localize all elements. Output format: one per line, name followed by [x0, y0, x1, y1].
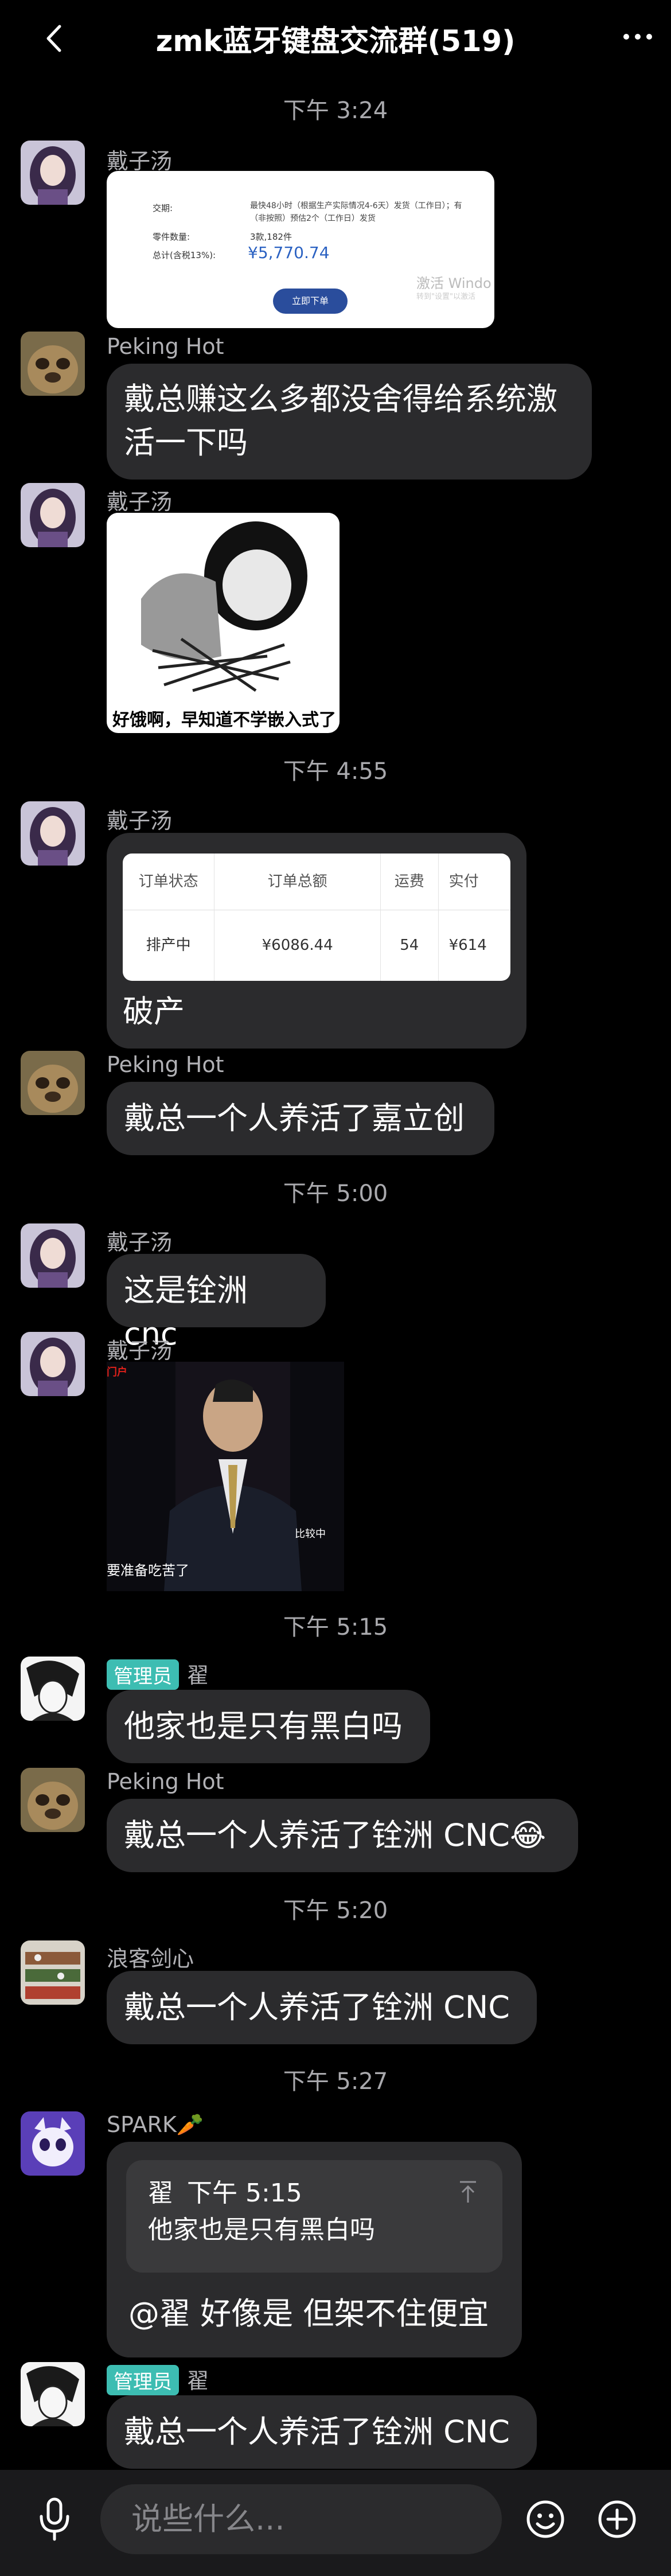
message-bubble[interactable]: 戴总一个人养活了铨洲 CNC: [107, 2395, 537, 2469]
avatar-langke[interactable]: [21, 1940, 85, 2005]
quote-time: 下午 5:15: [187, 2179, 302, 2208]
timestamp: 下午 4:55: [283, 758, 388, 785]
order-table-image[interactable]: 订单状态 排产中 订单总额 ¥6086.44 运费 54 实付 ¥614: [123, 854, 510, 981]
video-thumbnail[interactable]: 门户 比较中 要准备吃苦了: [107, 1362, 344, 1591]
message-text: 戴总一个人养活了铨洲 CNC😂: [124, 1817, 547, 1853]
meme-drawing: [107, 513, 340, 702]
avatar-peking-hot[interactable]: [21, 332, 85, 396]
avatar-daizitang[interactable]: [21, 801, 85, 866]
message-bubble[interactable]: 他家也是只有黑白吗: [107, 1690, 430, 1763]
avatar-zhai[interactable]: [21, 2362, 85, 2426]
sender-name: 管理员翟: [107, 2363, 209, 2395]
message-text: 他家也是只有黑白吗: [124, 1708, 403, 1744]
emoji-icon[interactable]: [525, 2499, 566, 2540]
avatar-peking-hot[interactable]: [21, 1051, 85, 1115]
sender-name: 戴子汤: [107, 1338, 173, 1363]
meme-caption: 好饿啊，早知道不学嵌入式了: [112, 710, 336, 730]
avatar-peking-hot[interactable]: [21, 1768, 85, 1832]
message-text: 戴总一个人养活了嘉立创: [124, 1100, 465, 1136]
sender-name: 管理员翟: [107, 1658, 209, 1690]
quote-author: 翟: [148, 2179, 173, 2208]
timestamp: 下午 5:20: [283, 1897, 388, 1924]
avatar-daizitang[interactable]: [21, 483, 85, 547]
message-text: @翟 好像是 但架不住便宜: [128, 2296, 489, 2332]
jump-to-icon[interactable]: [457, 2180, 479, 2205]
avatar-daizitang[interactable]: [21, 1223, 85, 1288]
message-text: 戴总赚这么多都没舍得给系统激活一下吗: [124, 381, 557, 461]
avatar-daizitang[interactable]: [21, 1332, 85, 1396]
timestamp: 下午 5:15: [283, 1614, 388, 1640]
message-input[interactable]: [130, 2498, 477, 2539]
sender-name: SPARK🥕: [107, 2112, 204, 2137]
message-text: 戴总一个人养活了铨洲 CNC: [124, 1989, 510, 2025]
sender-name: 浪客剑心: [107, 1946, 194, 1971]
video-frame: [107, 1362, 344, 1591]
message-bubble[interactable]: 这是铨洲 cnc: [107, 1254, 326, 1352]
timestamp: 下午 5:00: [283, 1180, 388, 1207]
sender-name: Peking Hot: [107, 1052, 224, 1077]
message-bubble[interactable]: 戴总一个人养活了铨洲 CNC: [107, 1971, 537, 2044]
group-title[interactable]: zmk蓝牙键盘交流群(519): [0, 17, 671, 60]
sender-name: Peking Hot: [107, 334, 224, 359]
message-bubble[interactable]: 戴总一个人养活了嘉立创: [107, 1082, 494, 1155]
top-bar: zmk蓝牙键盘交流群(519): [0, 0, 671, 77]
meme-image[interactable]: 好饿啊，早知道不学嵌入式了: [107, 513, 340, 733]
admin-badge: 管理员: [107, 1659, 179, 1690]
quoted-message[interactable]: 翟 下午 5:15 他家也是只有黑白吗: [126, 2160, 502, 2273]
timestamp: 下午 5:27: [283, 2068, 388, 2095]
add-icon[interactable]: [596, 2499, 638, 2540]
message-bubble[interactable]: 戴总一个人养活了铨洲 CNC😂: [107, 1799, 578, 1872]
sender-name: 戴子汤: [107, 149, 173, 174]
quote-text: 他家也是只有黑白吗: [148, 2215, 375, 2244]
avatar-zhai[interactable]: [21, 1657, 85, 1721]
message-bubble[interactable]: 戴总赚这么多都没舍得给系统激活一下吗: [107, 364, 592, 480]
admin-badge: 管理员: [107, 2365, 179, 2395]
order-screenshot-image[interactable]: 交期: 最快48小时（根据生产实际情况4-6天）发货（工作日）；有（非按照）预估…: [107, 171, 494, 328]
timestamp: 下午 3:24: [283, 98, 388, 124]
sender-name: 戴子汤: [107, 1230, 173, 1255]
sender-name: 戴子汤: [107, 489, 173, 515]
more-icon[interactable]: [622, 25, 654, 48]
microphone-icon[interactable]: [34, 2496, 75, 2542]
reply-message-bubble[interactable]: 翟 下午 5:15 他家也是只有黑白吗 @翟 好像是 但架不住便宜: [107, 2142, 522, 2357]
message-input-container[interactable]: [100, 2484, 502, 2554]
message-bubble[interactable]: 订单状态 排产中 订单总额 ¥6086.44 运费 54 实付 ¥614 破产: [107, 833, 526, 1049]
message-text: 破产: [123, 993, 185, 1030]
input-bar: [0, 2470, 671, 2576]
sender-name: Peking Hot: [107, 1769, 224, 1794]
avatar-daizitang[interactable]: [21, 141, 85, 205]
message-text: 戴总一个人养活了铨洲 CNC: [124, 2414, 510, 2450]
sender-name: 戴子汤: [107, 808, 173, 833]
avatar-spark[interactable]: [21, 2111, 85, 2176]
